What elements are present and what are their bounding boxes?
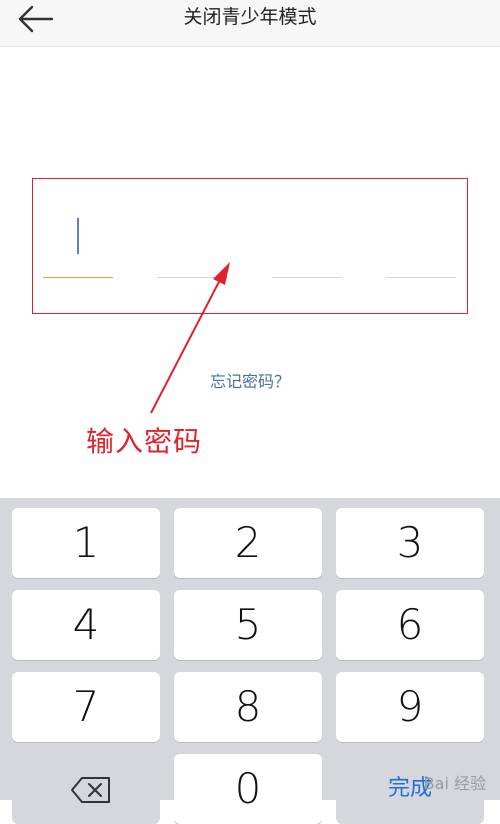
forgot-password-link[interactable]: 忘记密码？ bbox=[0, 368, 500, 392]
backspace-key[interactable] bbox=[12, 754, 160, 824]
key-5[interactable]: 5 bbox=[174, 590, 322, 660]
page-title: 关闭青少年模式 bbox=[183, 6, 317, 28]
pin-underline bbox=[386, 277, 456, 278]
key-7[interactable]: 7 bbox=[12, 672, 160, 742]
pin-digit-2[interactable] bbox=[157, 210, 227, 280]
key-9[interactable]: 9 bbox=[336, 672, 484, 742]
done-button[interactable]: 完成 bbox=[336, 754, 484, 824]
pin-digit-1[interactable] bbox=[43, 210, 113, 280]
top-bar: 关闭青少年模式 bbox=[0, 0, 500, 47]
key-1[interactable]: 1 bbox=[12, 508, 160, 578]
numeric-keypad: 1 2 3 4 5 6 7 8 9 0 完成 bbox=[0, 498, 500, 824]
annotation-label: 输入密码 bbox=[86, 425, 203, 458]
arrow-left-icon bbox=[18, 5, 54, 33]
text-caret bbox=[77, 218, 79, 254]
key-0[interactable]: 0 bbox=[174, 754, 322, 824]
key-8[interactable]: 8 bbox=[174, 672, 322, 742]
pin-digit-3[interactable] bbox=[272, 210, 342, 280]
key-6[interactable]: 6 bbox=[336, 590, 484, 660]
key-4[interactable]: 4 bbox=[12, 590, 160, 660]
pin-digit-4[interactable] bbox=[386, 210, 456, 280]
key-3[interactable]: 3 bbox=[336, 508, 484, 578]
key-2[interactable]: 2 bbox=[174, 508, 322, 578]
pin-underline bbox=[43, 276, 113, 278]
back-button[interactable] bbox=[14, 4, 58, 34]
pin-underline bbox=[272, 277, 342, 278]
pin-underline bbox=[157, 277, 227, 278]
